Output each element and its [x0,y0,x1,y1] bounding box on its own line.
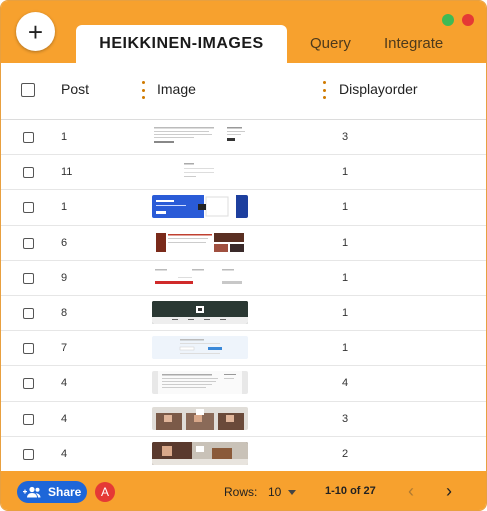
column-menu-icon[interactable] [142,81,146,99]
pagination-range: 1-10 of 27 [325,485,376,497]
table-row[interactable]: 4 4 [1,366,486,402]
table-row[interactable]: 8 1 [1,296,486,332]
image-thumbnail[interactable] [152,406,248,430]
displayorder-cell: 2 [342,447,349,460]
image-thumbnail[interactable] [152,371,248,395]
row-checkbox[interactable] [23,202,34,214]
table-row[interactable]: 1 1 [1,190,486,226]
maximize-dot[interactable] [442,14,454,26]
row-checkbox[interactable] [23,237,34,249]
post-cell: 4 [61,377,68,390]
displayorder-cell: 1 [342,342,349,355]
row-checkbox[interactable] [23,378,34,390]
table-row[interactable]: 6 1 [1,226,486,261]
close-dot[interactable] [462,14,474,26]
image-thumbnail[interactable] [152,160,248,184]
tab-integrate[interactable]: Integrate [384,35,443,52]
post-cell: 11 [61,166,73,179]
tab-heikkinen-images[interactable]: HEIKKINEN-IMAGES [76,25,287,63]
image-thumbnail[interactable] [152,441,248,465]
row-checkbox[interactable] [23,132,34,143]
post-cell: 4 [61,447,68,460]
table-row[interactable]: 1 3 [1,120,486,156]
table-row[interactable]: 11 1 [1,155,486,191]
avatar[interactable]: A [95,482,115,502]
row-checkbox[interactable] [23,343,34,355]
column-header-post[interactable]: Post [61,81,89,97]
displayorder-cell: 1 [342,306,349,319]
post-cell: 4 [61,412,68,425]
table-row[interactable]: 4 3 [1,402,486,437]
displayorder-cell: 1 [342,236,349,249]
displayorder-cell: 1 [342,271,349,284]
column-menu-icon[interactable] [323,81,327,99]
rows-per-page-label: Rows: [224,485,258,499]
table-body: 1 3 11 1 1 1 6 1 9 1 8 1 7 1 4 4 4 3 4 2 [1,120,486,472]
image-thumbnail[interactable] [152,300,248,324]
add-people-icon [23,486,41,498]
row-checkbox[interactable] [23,167,34,179]
select-all-checkbox[interactable] [21,83,35,97]
image-thumbnail[interactable] [152,230,248,254]
displayorder-cell: 1 [342,166,349,179]
rows-per-page-select[interactable]: 10 [268,485,281,499]
app-window: + HEIKKINEN-IMAGES Query Integrate Post … [0,0,487,511]
add-button[interactable]: + [16,12,55,51]
chevron-left-icon[interactable]: ‹ [408,481,414,502]
post-cell: 1 [61,131,68,143]
table-row[interactable]: 9 1 [1,261,486,296]
column-header-image[interactable]: Image [157,81,196,97]
post-cell: 8 [61,306,68,319]
displayorder-cell: 1 [342,201,349,214]
table-row[interactable]: 7 1 [1,331,486,367]
row-checkbox[interactable] [23,307,34,319]
caret-down-icon[interactable] [288,490,296,495]
image-thumbnail[interactable] [152,265,248,289]
image-thumbnail[interactable] [152,125,248,148]
row-checkbox[interactable] [23,448,34,460]
displayorder-cell: 3 [342,131,349,143]
table-row[interactable]: 4 2 [1,437,486,472]
post-cell: 6 [61,236,68,249]
post-cell: 1 [61,201,68,214]
displayorder-cell: 3 [342,412,349,425]
row-checkbox[interactable] [23,272,34,284]
row-checkbox[interactable] [23,413,34,425]
post-cell: 9 [61,271,68,284]
image-thumbnail[interactable] [152,336,248,360]
share-label: Share [48,485,82,499]
plus-icon: + [27,16,44,47]
tab-query[interactable]: Query [310,35,351,52]
displayorder-cell: 4 [342,377,349,390]
column-header-displayorder[interactable]: Displayorder [339,81,418,97]
image-thumbnail[interactable] [152,195,248,219]
share-button[interactable]: Share [17,481,87,503]
chevron-right-icon[interactable]: › [446,481,452,502]
post-cell: 7 [61,342,68,355]
